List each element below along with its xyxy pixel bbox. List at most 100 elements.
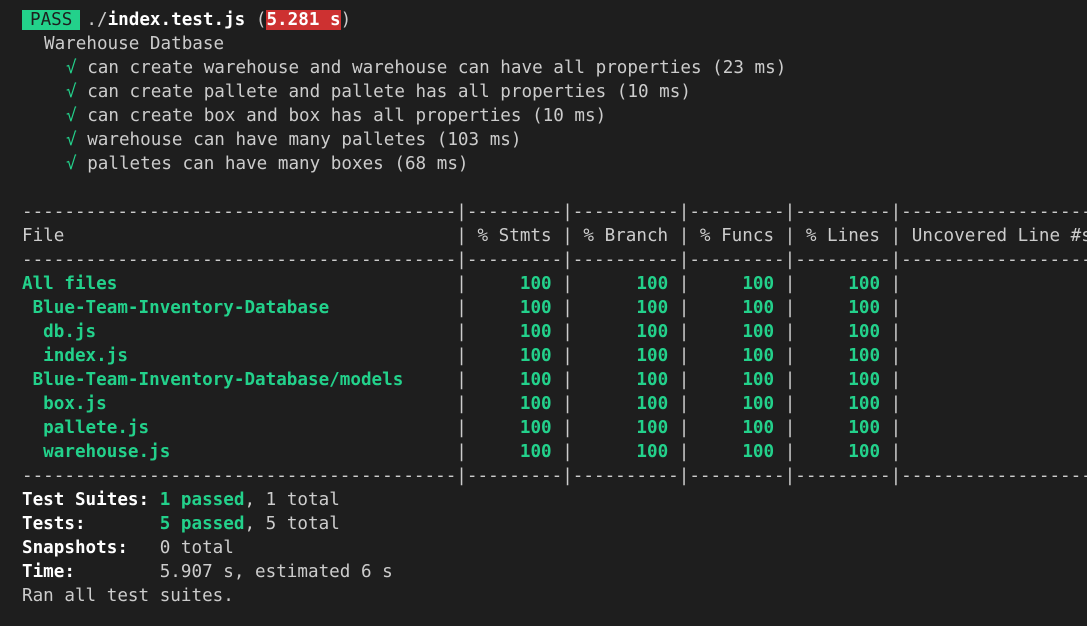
- coverage-pipe: |: [562, 346, 573, 366]
- check-icon: √: [66, 106, 77, 126]
- coverage-pipe: |: [456, 418, 467, 438]
- summary-value: 0 total: [159, 538, 234, 558]
- coverage-pipe: |: [562, 322, 573, 342]
- coverage-pipe: |: [456, 394, 467, 414]
- coverage-pipe: |: [784, 394, 796, 414]
- coverage-pipe: |: [678, 418, 690, 438]
- terminal-output: PASS ./index.test.js (5.281 s) Warehouse …: [0, 0, 1087, 608]
- coverage-file: warehouse.js: [22, 442, 457, 462]
- coverage-funcs: 100: [689, 274, 785, 294]
- coverage-lines: 100: [795, 394, 891, 414]
- coverage-funcs: 100: [689, 322, 785, 342]
- coverage-branch: 100: [572, 394, 679, 414]
- coverage-file: index.js: [22, 346, 457, 366]
- summary-label: Test Suites:: [22, 490, 160, 510]
- coverage-pipe: |: [784, 370, 796, 390]
- coverage-pipe: |: [678, 442, 690, 462]
- coverage-branch: 100: [572, 418, 679, 438]
- coverage-pipe: |: [784, 322, 796, 342]
- coverage-pipe: |: [562, 394, 573, 414]
- summary-total: , 1 total: [244, 490, 340, 510]
- test-name: can create pallete and pallete has all p…: [87, 82, 691, 102]
- coverage-header: File | % Stmts | % Branch | % Funcs | % …: [22, 226, 1087, 246]
- coverage-row: warehouse.js | 100 | 100 | 100 | 100 |: [22, 440, 1087, 464]
- coverage-pipe: |: [890, 274, 902, 294]
- summary-snapshots: Snapshots: 0 total: [22, 536, 1087, 560]
- coverage-branch: 100: [572, 346, 679, 366]
- coverage-separator: ----------------------------------------…: [22, 250, 1087, 270]
- test-name: can create box and box has all propertie…: [87, 106, 607, 126]
- coverage-lines: 100: [795, 322, 891, 342]
- coverage-separator: ----------------------------------------…: [22, 202, 1087, 222]
- test-result: √ can create pallete and pallete has all…: [22, 80, 1087, 104]
- coverage-pipe: |: [678, 298, 690, 318]
- coverage-funcs: 100: [689, 442, 785, 462]
- coverage-pipe: |: [678, 322, 690, 342]
- coverage-row: All files | 100 | 100 | 100 | 100 |: [22, 272, 1087, 296]
- coverage-pipe: |: [890, 442, 902, 462]
- coverage-row: pallete.js | 100 | 100 | 100 | 100 |: [22, 416, 1087, 440]
- summary-time: Time: 5.907 s, estimated 6 s: [22, 560, 1087, 584]
- coverage-pipe: |: [562, 418, 573, 438]
- coverage-branch: 100: [572, 370, 679, 390]
- coverage-lines: 100: [795, 370, 891, 390]
- check-icon: √: [66, 154, 77, 174]
- duration-open: (: [245, 10, 267, 30]
- coverage-pipe: |: [784, 298, 796, 318]
- summary-passed: 1 passed: [159, 490, 245, 510]
- coverage-row: db.js | 100 | 100 | 100 | 100 |: [22, 320, 1087, 344]
- coverage-stmts: 100: [466, 370, 563, 390]
- summary-label: Tests:: [22, 514, 160, 534]
- coverage-file: Blue-Team-Inventory-Database/models: [22, 370, 457, 390]
- coverage-funcs: 100: [689, 370, 785, 390]
- test-result: √ can create warehouse and warehouse can…: [22, 56, 1087, 80]
- coverage-funcs: 100: [689, 298, 785, 318]
- coverage-pipe: |: [784, 274, 796, 294]
- test-name: palletes can have many boxes (68 ms): [87, 154, 469, 174]
- coverage-lines: 100: [795, 418, 891, 438]
- coverage-pipe: |: [456, 346, 467, 366]
- coverage-funcs: 100: [689, 394, 785, 414]
- coverage-branch: 100: [572, 322, 679, 342]
- coverage-stmts: 100: [466, 274, 563, 294]
- coverage-stmts: 100: [466, 346, 563, 366]
- coverage-lines: 100: [795, 442, 891, 462]
- test-result: √ warehouse can have many palletes (103 …: [22, 128, 1087, 152]
- coverage-file: All files: [22, 274, 457, 294]
- coverage-stmts: 100: [466, 442, 563, 462]
- test-result: √ palletes can have many boxes (68 ms): [22, 152, 1087, 176]
- coverage-row: Blue-Team-Inventory-Database/models | 10…: [22, 368, 1087, 392]
- coverage-branch: 100: [572, 442, 679, 462]
- coverage-separator: ----------------------------------------…: [22, 466, 1087, 486]
- coverage-pipe: |: [890, 370, 902, 390]
- test-result: √ can create box and box has all propert…: [22, 104, 1087, 128]
- coverage-file: pallete.js: [22, 418, 457, 438]
- coverage-pipe: |: [562, 370, 573, 390]
- coverage-stmts: 100: [466, 418, 563, 438]
- coverage-funcs: 100: [689, 418, 785, 438]
- check-icon: √: [66, 58, 77, 78]
- coverage-pipe: |: [456, 298, 467, 318]
- coverage-lines: 100: [795, 298, 891, 318]
- coverage-pipe: |: [890, 394, 902, 414]
- coverage-pipe: |: [890, 418, 902, 438]
- coverage-pipe: |: [456, 442, 467, 462]
- coverage-pipe: |: [678, 274, 690, 294]
- coverage-funcs: 100: [689, 346, 785, 366]
- pass-badge: PASS: [22, 10, 81, 30]
- suite-name: Warehouse Datbase: [44, 34, 225, 54]
- coverage-pipe: |: [890, 322, 902, 342]
- coverage-pipe: |: [562, 274, 573, 294]
- summary-tests: Tests: 5 passed, 5 total: [22, 512, 1087, 536]
- test-name: can create warehouse and warehouse can h…: [87, 58, 787, 78]
- summary-ran: Ran all test suites.: [22, 586, 234, 606]
- check-icon: √: [66, 82, 77, 102]
- summary-test-suites: Test Suites: 1 passed, 1 total: [22, 488, 1087, 512]
- coverage-rows: All files | 100 | 100 | 100 | 100 | Blue…: [22, 272, 1087, 464]
- coverage-pipe: |: [456, 274, 467, 294]
- coverage-pipe: |: [678, 346, 690, 366]
- coverage-pipe: |: [890, 298, 902, 318]
- coverage-file: box.js: [22, 394, 457, 414]
- duration-close: ): [340, 10, 352, 30]
